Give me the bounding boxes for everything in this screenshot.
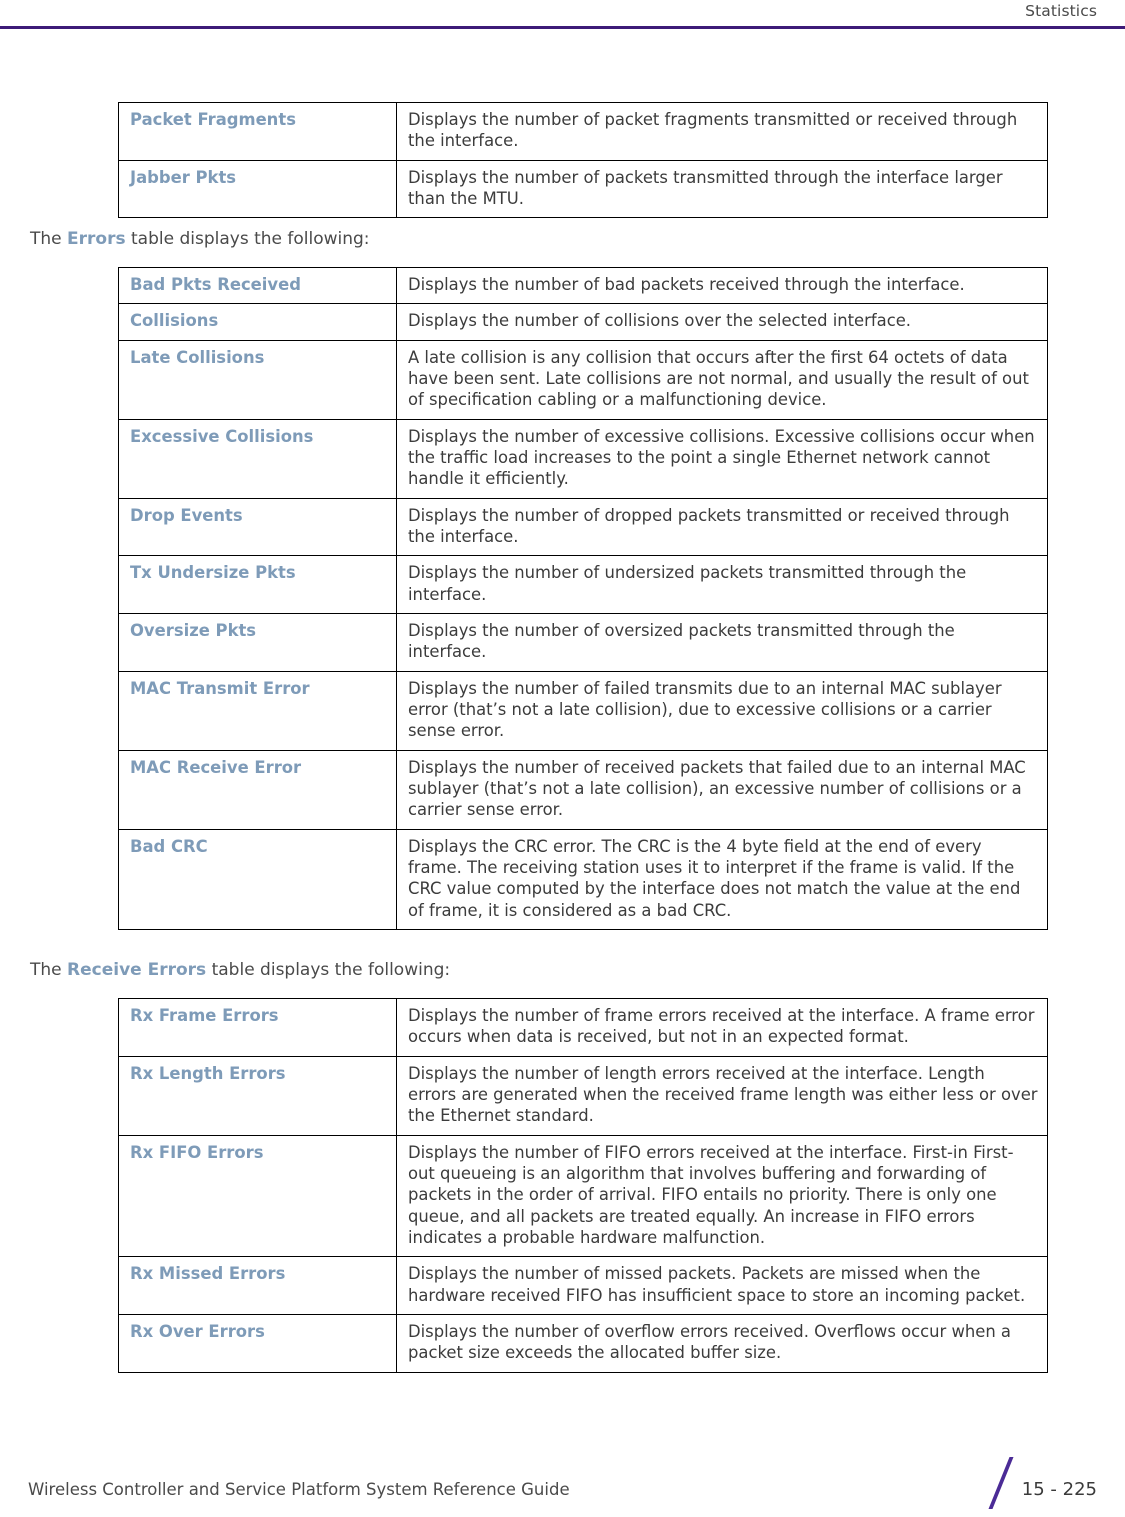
table-row: Drop Events Displays the number of dropp… <box>118 497 1048 557</box>
table-row: Rx Over Errors Displays the number of ov… <box>118 1313 1048 1373</box>
errors-table-body: Bad Pkts Received Displays the number of… <box>118 266 1048 930</box>
row-label: Excessive Collisions <box>118 418 397 499</box>
receive-errors-table-intro: The Receive Errors table displays the fo… <box>0 959 450 982</box>
row-label: Collisions <box>118 303 397 341</box>
row-label: Jabber Pkts <box>118 159 397 219</box>
row-description: A late collision is any collision that o… <box>396 339 1048 420</box>
row-description: Displays the number of FIFO errors recei… <box>396 1134 1048 1258</box>
row-label: MAC Receive Error <box>118 749 397 830</box>
row-description: Displays the number of packet fragments … <box>396 102 1048 161</box>
page-header-title: Statistics <box>1025 2 1097 20</box>
row-description: Displays the number of failed transmits … <box>396 670 1048 751</box>
row-description: Displays the number of length errors rec… <box>396 1055 1048 1136</box>
table-row: Jabber Pkts Displays the number of packe… <box>118 159 1048 219</box>
row-description: Displays the number of oversized packets… <box>396 612 1048 672</box>
table-row: Late Collisions A late collision is any … <box>118 339 1048 420</box>
row-label: Bad CRC <box>118 828 397 930</box>
intro-keyword-receive-errors: Receive Errors <box>67 960 207 980</box>
table-row: Bad CRC Displays the CRC error. The CRC … <box>118 828 1048 930</box>
table-row: Excessive Collisions Displays the number… <box>118 418 1048 499</box>
page-header: Statistics <box>0 0 1125 29</box>
row-description: Displays the number of frame errors rece… <box>396 998 1048 1057</box>
intro-text-before: The <box>30 960 68 980</box>
row-label: Tx Undersize Pkts <box>118 555 397 614</box>
intro-text-after: table displays the following: <box>206 960 451 980</box>
table-row: Rx Missed Errors Displays the number of … <box>118 1256 1048 1315</box>
row-description: Displays the number of bad packets recei… <box>396 266 1048 305</box>
errors-table-intro: The Errors table displays the following: <box>0 228 370 251</box>
footer-guide-title: Wireless Controller and Service Platform… <box>28 1480 570 1499</box>
page-footer: Wireless Controller and Service Platform… <box>0 1447 1125 1517</box>
intro-keyword-errors: Errors <box>67 229 126 249</box>
table-row: Oversize Pkts Displays the number of ove… <box>118 612 1048 672</box>
row-label: Rx Frame Errors <box>118 998 397 1057</box>
footer-page-number: 15 - 225 <box>1021 1479 1097 1500</box>
table-row: Tx Undersize Pkts Displays the number of… <box>118 555 1048 614</box>
receive-errors-table: Rx Frame Errors Displays the number of f… <box>118 998 1048 1373</box>
table-row: Packet Fragments Displays the number of … <box>118 102 1048 161</box>
row-description: Displays the number of undersized packet… <box>396 555 1048 614</box>
intro-text-before: The <box>30 229 68 249</box>
row-label: MAC Transmit Error <box>118 670 397 751</box>
row-label: Rx Missed Errors <box>118 1256 397 1315</box>
row-label: Bad Pkts Received <box>118 266 397 305</box>
row-description: Displays the number of packets transmitt… <box>396 159 1048 219</box>
packet-table-body: Packet Fragments Displays the number of … <box>118 102 1048 219</box>
table-row: Rx Length Errors Displays the number of … <box>118 1055 1048 1136</box>
row-description: Displays the number of received packets … <box>396 749 1048 830</box>
row-description: Displays the number of overflow errors r… <box>396 1313 1048 1373</box>
row-label: Rx FIFO Errors <box>118 1134 397 1258</box>
receive-errors-table-body: Rx Frame Errors Displays the number of f… <box>118 998 1048 1373</box>
row-description: Displays the CRC error. The CRC is the 4… <box>396 828 1048 930</box>
row-description: Displays the number of excessive collisi… <box>396 418 1048 499</box>
row-description: Displays the number of missed packets. P… <box>396 1256 1048 1315</box>
table-row: Bad Pkts Received Displays the number of… <box>118 266 1048 305</box>
row-label: Rx Over Errors <box>118 1313 397 1373</box>
row-label: Late Collisions <box>118 339 397 420</box>
table-row: MAC Receive Error Displays the number of… <box>118 749 1048 830</box>
row-label: Drop Events <box>118 497 397 557</box>
slash-separator-icon <box>988 1457 1014 1509</box>
row-description: Displays the number of dropped packets t… <box>396 497 1048 557</box>
row-label: Oversize Pkts <box>118 612 397 672</box>
table-row: Rx FIFO Errors Displays the number of FI… <box>118 1134 1048 1258</box>
table-row: Rx Frame Errors Displays the number of f… <box>118 998 1048 1057</box>
errors-table: Bad Pkts Received Displays the number of… <box>118 266 1048 930</box>
row-label: Rx Length Errors <box>118 1055 397 1136</box>
row-description: Displays the number of collisions over t… <box>396 303 1048 341</box>
intro-text-after: table displays the following: <box>125 229 370 249</box>
header-divider-rule <box>0 26 1125 29</box>
packet-table: Packet Fragments Displays the number of … <box>118 102 1048 219</box>
row-label: Packet Fragments <box>118 102 397 161</box>
table-row: Collisions Displays the number of collis… <box>118 303 1048 341</box>
table-row: MAC Transmit Error Displays the number o… <box>118 670 1048 751</box>
